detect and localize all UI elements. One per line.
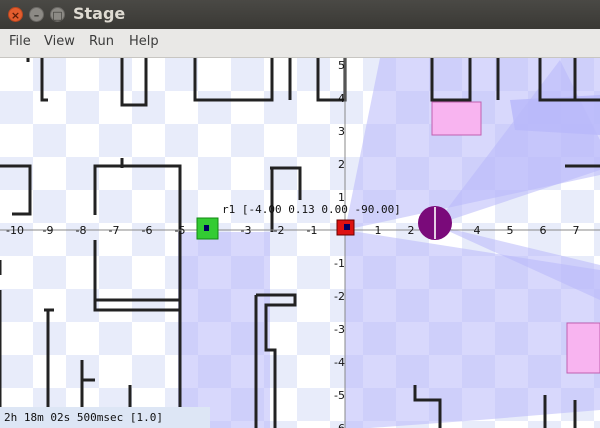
x-tick-label: 4 xyxy=(474,224,481,237)
y-tick-label: -5 xyxy=(334,389,345,402)
x-tick-label: 6 xyxy=(540,224,547,237)
menu-bar: File View Run Help xyxy=(0,29,600,58)
red-robot[interactable] xyxy=(336,219,355,236)
x-tick-label: -3 xyxy=(241,224,252,237)
x-tick-label: 1 xyxy=(375,224,382,237)
y-tick-label: -6 xyxy=(334,422,345,428)
y-tick-label: -3 xyxy=(334,323,345,336)
maximize-button[interactable]: □ xyxy=(50,7,65,22)
purple-obstacle[interactable] xyxy=(418,206,452,240)
y-tick-label: 2 xyxy=(338,158,345,171)
menu-run[interactable]: Run xyxy=(89,34,114,49)
status-bar: 2h 18m 02s 500msec [1.0] xyxy=(0,407,210,428)
minimize-button[interactable]: – xyxy=(29,7,44,22)
menu-file[interactable]: File xyxy=(9,34,31,49)
pink-box xyxy=(431,101,482,136)
close-button[interactable]: × xyxy=(8,7,23,22)
y-tick-label: 4 xyxy=(338,92,345,105)
x-tick-label: 2 xyxy=(408,224,415,237)
y-tick-label: -4 xyxy=(334,356,345,369)
x-tick-label: -7 xyxy=(109,224,120,237)
x-tick-label: 7 xyxy=(573,224,580,237)
x-tick-label: -9 xyxy=(43,224,54,237)
x-tick-label: -10 xyxy=(6,224,24,237)
y-tick-label: 5 xyxy=(338,59,345,72)
x-tick-label: -8 xyxy=(76,224,87,237)
maximize-icon: □ xyxy=(52,9,63,22)
x-tick-label: 5 xyxy=(507,224,514,237)
close-icon: × xyxy=(10,9,21,22)
x-tick-label: -2 xyxy=(274,224,285,237)
pink-box xyxy=(566,322,600,374)
y-tick-label: 3 xyxy=(338,125,345,138)
minimize-icon: – xyxy=(33,9,40,22)
stage-canvas[interactable]: -10-9-8-7-6-5-4-3-2-112345678 54321-1-2-… xyxy=(0,58,600,428)
stage-world: -10-9-8-7-6-5-4-3-2-112345678 54321-1-2-… xyxy=(0,58,600,428)
y-tick-label: -1 xyxy=(334,257,345,270)
x-tick-label: -5 xyxy=(175,224,186,237)
menu-view[interactable]: View xyxy=(44,34,75,49)
robot-label: r1 [-4.00 0.13 0.00 -90.00] xyxy=(222,203,401,216)
green-robot[interactable] xyxy=(196,217,219,240)
x-tick-label: -6 xyxy=(142,224,153,237)
x-tick-label: -1 xyxy=(307,224,318,237)
window-title: Stage xyxy=(73,4,126,23)
menu-help[interactable]: Help xyxy=(129,34,159,49)
title-bar: × – □ Stage xyxy=(0,0,600,29)
y-tick-label: -2 xyxy=(334,290,345,303)
